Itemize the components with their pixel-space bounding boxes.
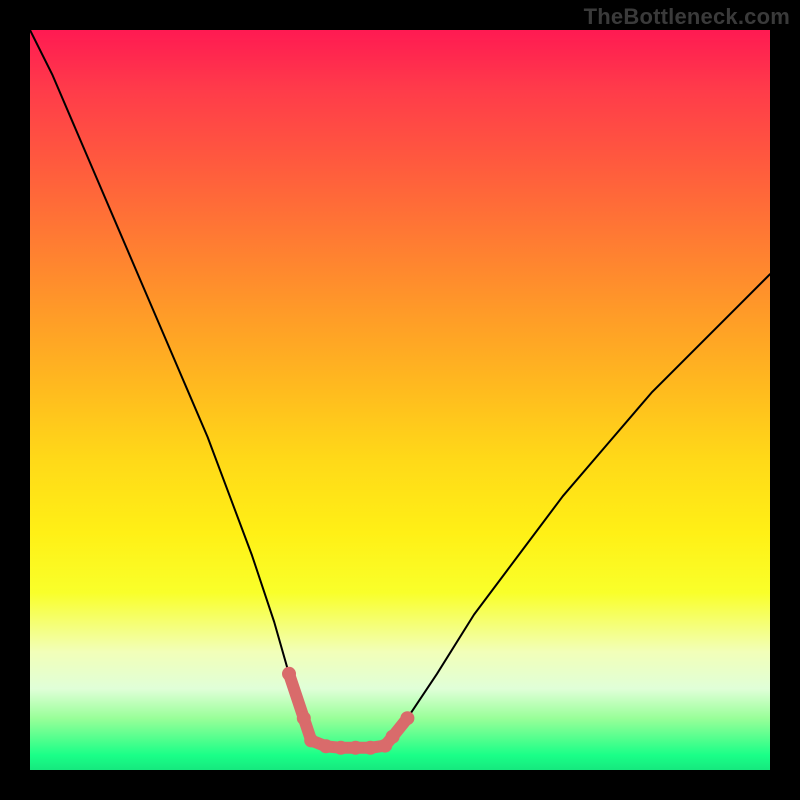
optimal-range-dot — [297, 711, 311, 725]
plot-area — [30, 30, 770, 770]
optimal-range-dot — [319, 739, 333, 753]
optimal-range-dot — [386, 730, 400, 744]
optimal-range-dot — [363, 741, 377, 755]
curve-layer — [30, 30, 770, 770]
watermark-text: TheBottleneck.com — [584, 4, 790, 30]
chart-frame: TheBottleneck.com — [0, 0, 800, 800]
optimal-range-dot — [349, 741, 363, 755]
bottleneck-curve — [30, 30, 770, 748]
optimal-range-dot — [334, 741, 348, 755]
optimal-range-dot — [282, 667, 296, 681]
optimal-range-dot — [304, 733, 318, 747]
optimal-range-dot — [400, 711, 414, 725]
